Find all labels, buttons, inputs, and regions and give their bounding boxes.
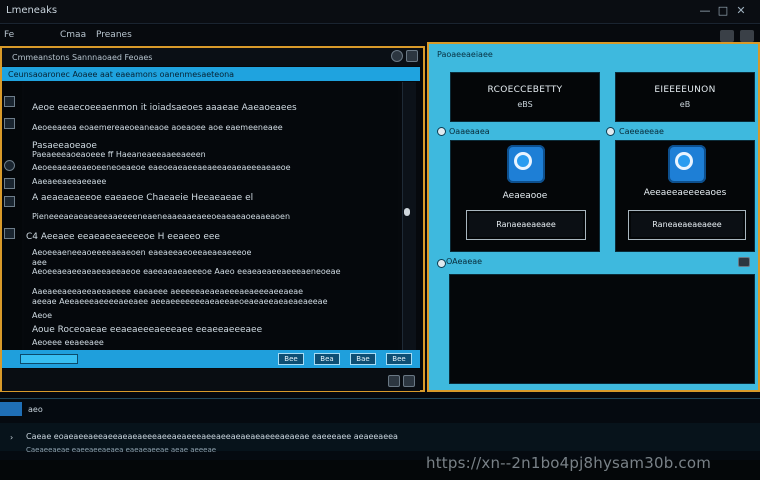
text-line: Aeoeee eeaeeaee bbox=[32, 338, 104, 347]
folder-icon[interactable] bbox=[4, 178, 15, 189]
file-icon[interactable] bbox=[4, 118, 15, 129]
text-line: Aeoe eeaecoeeaenmon it ioiadsaeoes aaaea… bbox=[32, 103, 297, 113]
action-button-1[interactable]: Bee bbox=[278, 353, 304, 365]
text-line: A aeaeaeaeeoe eaeaeoe Chaeaeie Heeaeaeae… bbox=[32, 193, 254, 203]
file-icon[interactable] bbox=[4, 196, 15, 207]
action-button-2[interactable]: Bea bbox=[314, 353, 340, 365]
scrollbar-thumb[interactable] bbox=[404, 208, 410, 216]
progress-bar bbox=[20, 354, 78, 364]
section-icon bbox=[437, 127, 446, 136]
text-line: Pieneeeaeaeaeaeeaaeeeeneaeneaaeaaeaeeoea… bbox=[32, 212, 291, 221]
action-button-4[interactable]: Bee bbox=[386, 353, 412, 365]
section-icon bbox=[606, 127, 615, 136]
editor-header-text: Cmmeanstons Sannnaoaed Feoaes bbox=[12, 53, 153, 62]
panel-menu-icon[interactable] bbox=[391, 50, 403, 62]
text-line: Aoue Roceoaeae eeaeaeeeaeeeaee eeaeeaeee… bbox=[32, 325, 263, 335]
menu-item-file[interactable]: Fe bbox=[4, 30, 14, 40]
text-line: Paeaeeeaoeaoeee ff Haeaneaeeaaeeaeeen bbox=[32, 150, 206, 159]
section-label: Caeeaeeae bbox=[619, 127, 664, 136]
expand-icon[interactable] bbox=[388, 375, 400, 387]
title-bar bbox=[0, 0, 760, 24]
editor-tab-label: Ceunsaoaronec Aoaee aat eaeamons oanenme… bbox=[8, 70, 235, 79]
watermark-text: https://xn--2n1bo4pj8hysam30b.com bbox=[426, 454, 712, 472]
terminal-line: Caeaeeaeae eaeeaeeaeaea eaeaeaeeae aeae … bbox=[26, 446, 217, 454]
app-icon-glyph bbox=[514, 152, 532, 170]
toolbar-button[interactable] bbox=[740, 30, 754, 42]
app-icon[interactable] bbox=[507, 145, 545, 183]
section-icon bbox=[437, 259, 446, 268]
app-icon-glyph bbox=[675, 152, 693, 170]
chevron-right-icon: › bbox=[10, 433, 14, 442]
terminal-line: Caeae eoaeaeeaeeaeeaeaeaeeeaeeaeaeeeaeea… bbox=[26, 432, 398, 441]
stat-card-value: eBS bbox=[517, 100, 533, 109]
action-button-3[interactable]: Bae bbox=[350, 353, 376, 365]
text-line: Aeoeeaeaeeaeoeeneoeaeoe eaeoeaeaeeaeaeea… bbox=[32, 163, 291, 172]
terminal-number: aeo bbox=[28, 405, 43, 414]
menu-item-edit[interactable]: Cmaa bbox=[60, 30, 86, 40]
editor-footer bbox=[2, 369, 420, 391]
stat-card[interactable] bbox=[615, 72, 755, 122]
vertical-scrollbar[interactable] bbox=[402, 82, 416, 350]
stat-card-title: RCOECCEBETTY bbox=[487, 85, 563, 95]
console-label: OAeaeae bbox=[446, 257, 483, 266]
text-line: Aeoeeaeea eoaemereaeoeaneaoe aoeaoee aoe… bbox=[32, 123, 283, 132]
text-line: aee bbox=[32, 258, 47, 267]
toolbar-button[interactable] bbox=[720, 30, 734, 42]
app-launch-button[interactable]: Raneaeaeaeaeee bbox=[628, 210, 746, 240]
app-name: Aeaeaooe bbox=[502, 191, 548, 201]
console-expand-icon[interactable] bbox=[738, 257, 750, 267]
window-title: Lmeneaks bbox=[6, 5, 58, 16]
text-line: Aaeaeeaeeaeeaee bbox=[32, 177, 107, 186]
app-icon[interactable] bbox=[668, 145, 706, 183]
panel-close-icon[interactable] bbox=[406, 50, 418, 62]
terminal-tab[interactable] bbox=[0, 402, 22, 416]
stat-card-value: eB bbox=[679, 100, 691, 109]
file-icon[interactable] bbox=[4, 96, 15, 107]
app-name: Aeeaeeaeeeeaoes bbox=[643, 188, 727, 198]
text-line: Aeoeeaeneeaoeeeeaeaeoen eaeaeeaeoeeaeaea… bbox=[32, 248, 252, 257]
stat-card[interactable] bbox=[450, 72, 600, 122]
minimize-button[interactable]: — bbox=[698, 4, 712, 18]
maximize-button[interactable]: □ bbox=[716, 4, 730, 18]
app-launch-button[interactable]: Ranaeaeaeaee bbox=[466, 210, 586, 240]
file-icon[interactable] bbox=[4, 228, 15, 239]
text-line: Aaeaeeaeeaeeaeeaeeee eaeaeee aeeeeeaeaea… bbox=[32, 287, 304, 296]
text-line: Aeoeeaeaeeaeaeeaeeaeoe eaeeaeaeaeeeoe Aa… bbox=[32, 267, 341, 276]
text-line: Aeoe bbox=[32, 311, 53, 320]
search-icon[interactable] bbox=[4, 160, 15, 171]
stat-card-title: EIEEEEUNON bbox=[654, 85, 716, 95]
dashboard-title: Paoaeeaeiaee bbox=[437, 50, 493, 59]
collapse-icon[interactable] bbox=[403, 375, 415, 387]
console-output[interactable] bbox=[449, 274, 755, 384]
text-line: C4 Aeeaee eeaeaeeaeeeeoe H eeaeeo eee bbox=[26, 232, 220, 242]
close-button[interactable]: ✕ bbox=[734, 4, 748, 18]
section-label: Oaaeaaea bbox=[449, 127, 490, 136]
text-line: aeeae Aeeaeeeaeeeeaeeaee aeeaeeeeeeeaeae… bbox=[32, 297, 328, 306]
menu-item-view[interactable]: Preanes bbox=[96, 30, 132, 40]
